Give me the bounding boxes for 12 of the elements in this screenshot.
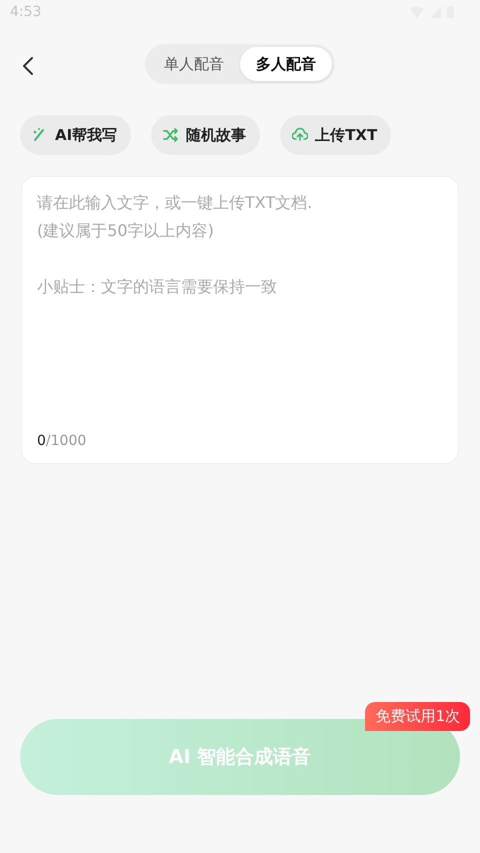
action-chip[interactable]: 上传TXT bbox=[280, 115, 392, 155]
char-limit: /1000 bbox=[46, 433, 86, 449]
back-icon bbox=[22, 56, 34, 76]
free-trial-badge: 免费试用1次 bbox=[365, 702, 470, 731]
tab[interactable]: 单人配音 bbox=[148, 47, 240, 81]
tab[interactable]: 多人配音 bbox=[240, 47, 332, 81]
shuffle-icon bbox=[163, 127, 180, 143]
action-chip[interactable]: AI帮我写 bbox=[20, 115, 132, 155]
char-count: 0 bbox=[37, 433, 46, 449]
action-chip[interactable]: 随机故事 bbox=[151, 115, 260, 155]
cloud-upload-icon bbox=[292, 127, 308, 143]
text-field[interactable]: 请在此输入文字，或一键上传TXT文档. (建议属于50字以上内容) 小贴士：文字的语言需要保持一致 0/1000 bbox=[21, 176, 459, 464]
